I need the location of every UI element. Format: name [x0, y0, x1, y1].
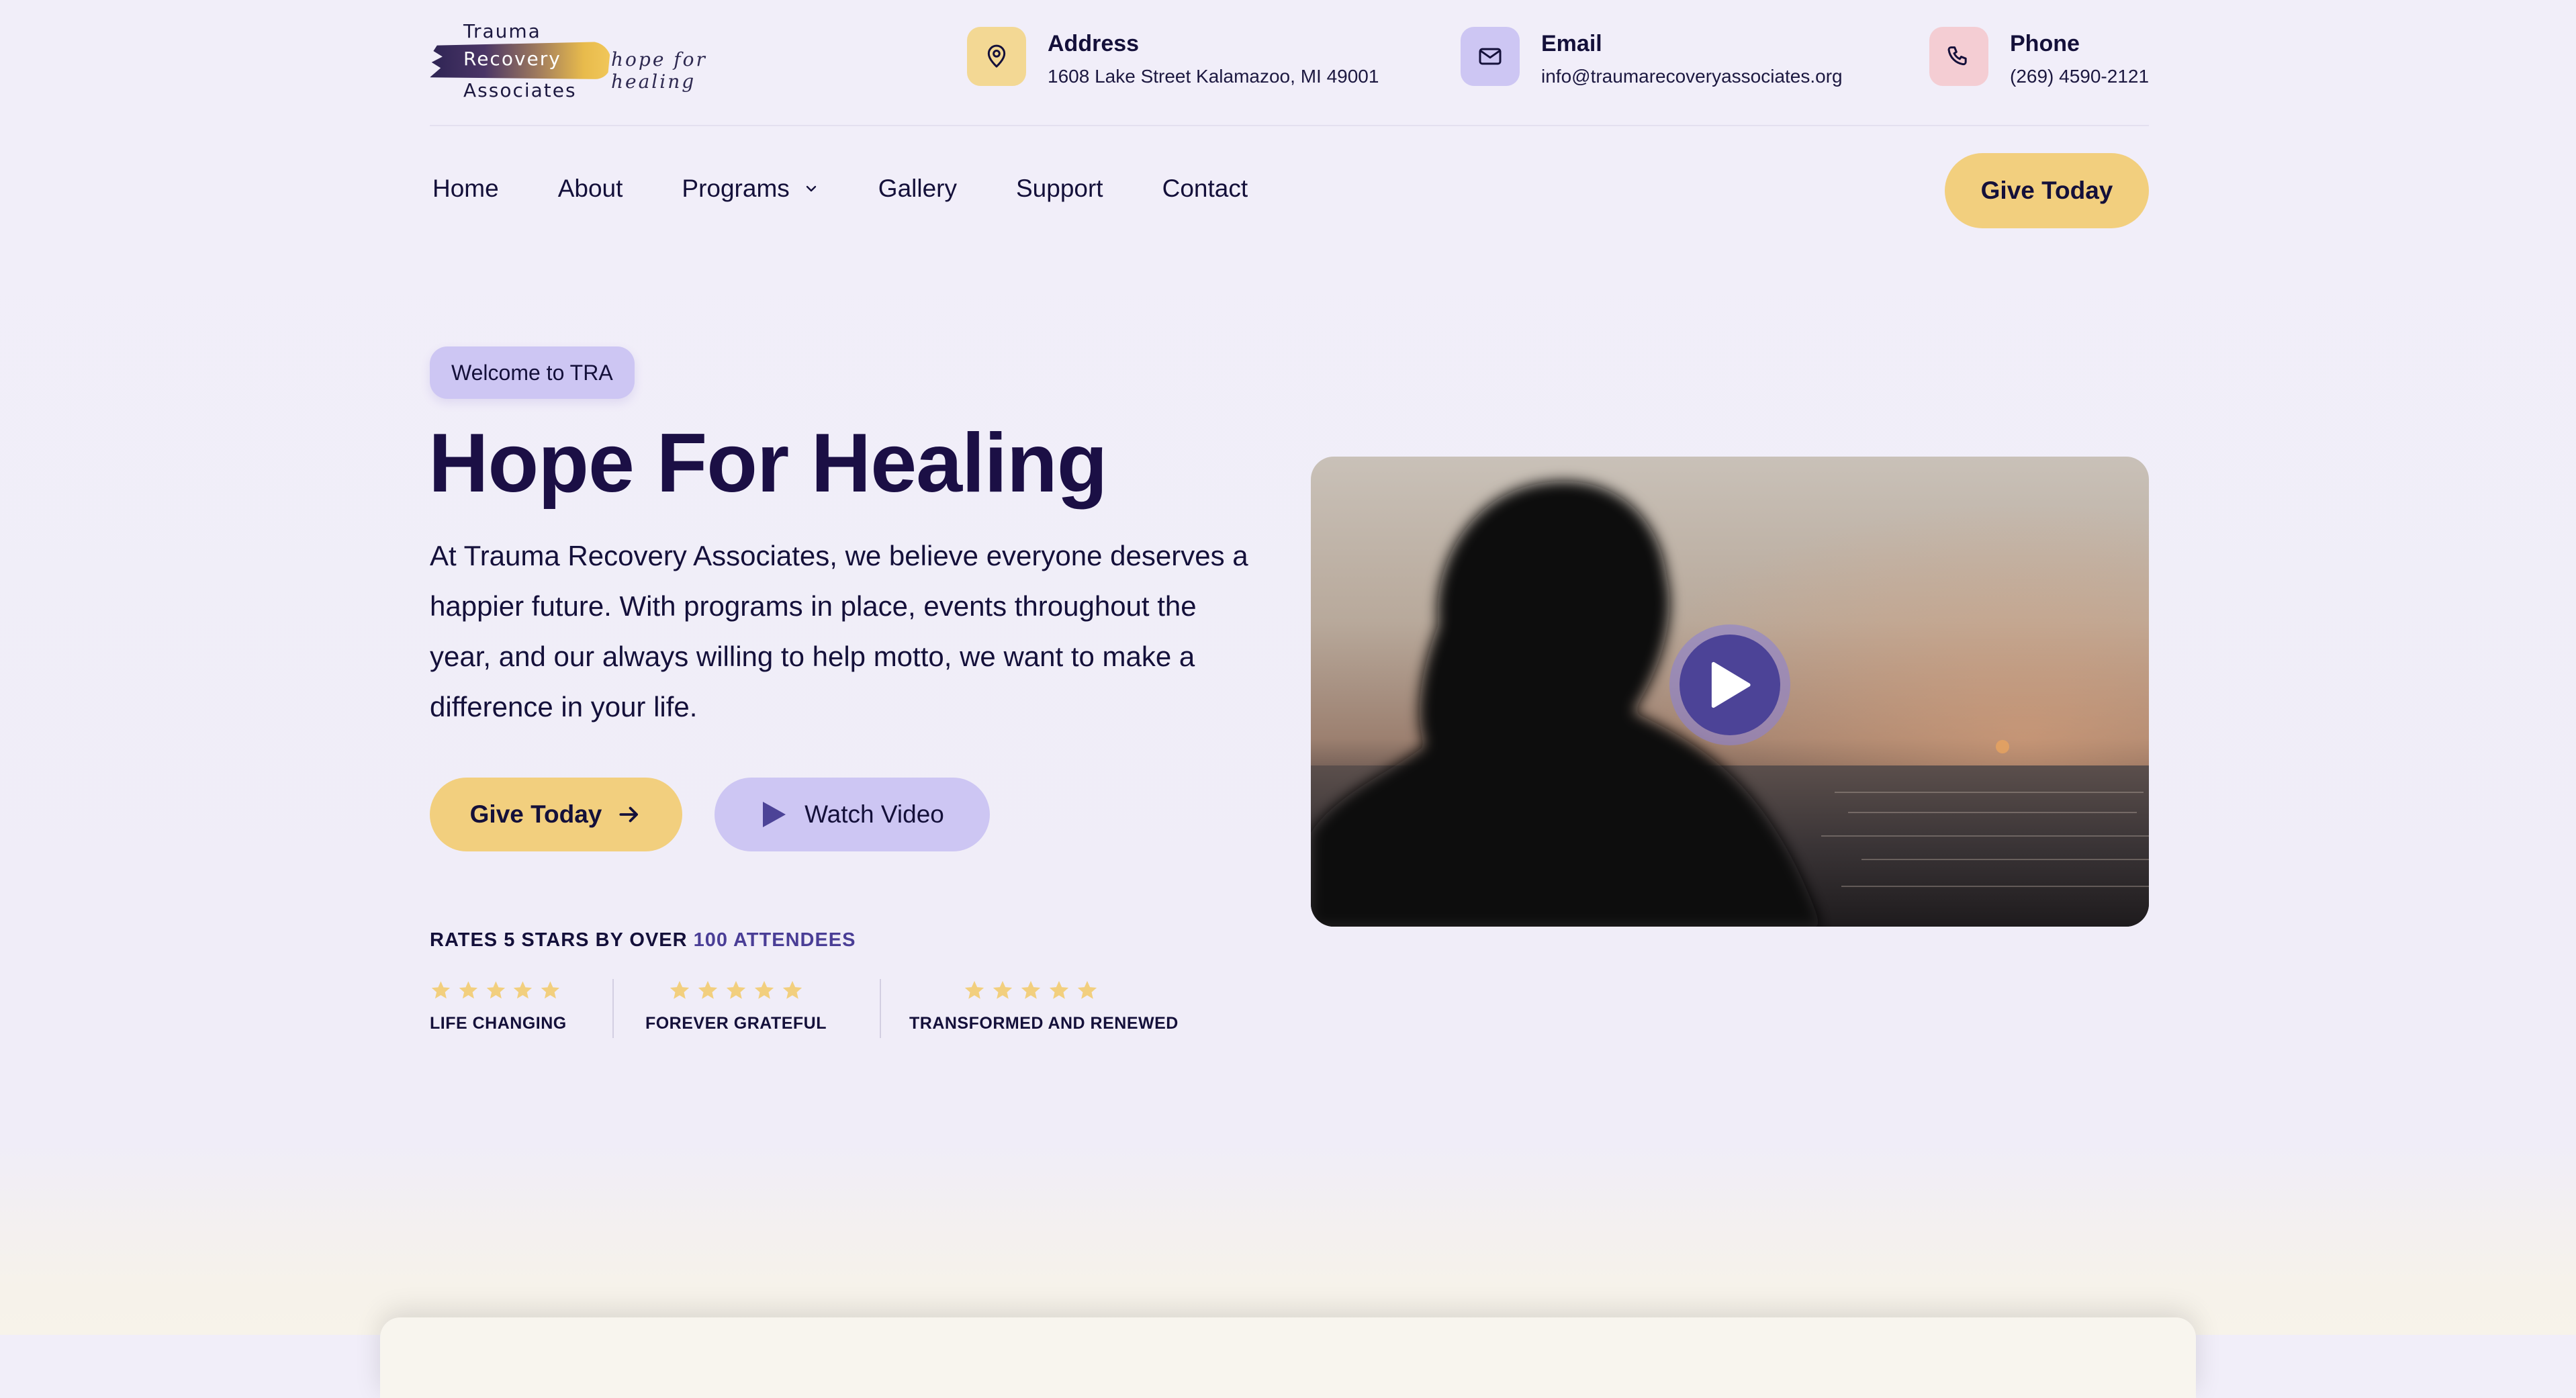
address-value: 1608 Lake Street Kalamazoo, MI 49001	[1048, 66, 1379, 87]
phone-label: Phone	[2010, 31, 2080, 56]
nav-item-home[interactable]: Home	[432, 175, 499, 203]
divider	[880, 979, 881, 1038]
nav-item-gallery[interactable]: Gallery	[878, 175, 957, 203]
give-today-hero-button[interactable]: Give Today	[430, 778, 682, 851]
address-label: Address	[1048, 31, 1140, 56]
logo-text-line2: Recovery	[463, 48, 561, 70]
email-label: Email	[1541, 31, 1602, 56]
nav-item-contact[interactable]: Contact	[1162, 175, 1248, 203]
star-icon	[431, 981, 451, 999]
watch-video-button[interactable]: Watch Video	[715, 778, 990, 851]
star-icon	[698, 980, 718, 999]
mail-icon	[1461, 27, 1520, 86]
nav-item-support[interactable]: Support	[1016, 175, 1103, 203]
rating-transformed-renewed: TRANSFORMED AND RENEWED	[909, 979, 1179, 1033]
hero-description: At Trauma Recovery Associates, we believ…	[430, 540, 1248, 723]
rates-prefix: RATES 5 STARS BY OVER	[430, 929, 694, 951]
star-icon	[782, 980, 802, 999]
nav-item-programs[interactable]: Programs	[682, 175, 819, 203]
star-icon	[754, 980, 774, 999]
star-rating	[909, 979, 1152, 1003]
star-icon	[459, 981, 477, 999]
next-section-card	[380, 1317, 2196, 1398]
logo-text-line3: Associates	[463, 79, 577, 101]
rating-label: LIFE CHANGING	[430, 1014, 567, 1033]
give-today-hero-label: Give Today	[469, 800, 602, 828]
nav-item-programs-label: Programs	[682, 175, 790, 202]
top-bar: Trauma Recovery Associates hope for heal…	[430, 0, 2149, 126]
star-icon	[964, 980, 984, 999]
divider	[612, 979, 614, 1038]
arrow-right-icon	[616, 802, 642, 827]
email-value[interactable]: info@traumarecoveryassociates.org	[1541, 66, 1843, 87]
watch-video-label: Watch Video	[804, 800, 944, 828]
star-icon	[993, 980, 1013, 999]
star-rating	[643, 979, 829, 1003]
rating-forever-grateful: FOREVER GRATEFUL	[643, 979, 829, 1033]
logo[interactable]: Trauma Recovery Associates hope for heal…	[430, 17, 779, 105]
hero-video[interactable]	[1311, 457, 2149, 927]
nav-list: Home About Programs Gallery Support Cont…	[432, 175, 1307, 203]
star-icon	[726, 980, 746, 999]
chevron-down-icon	[803, 181, 819, 197]
logo-text-line1: Trauma	[463, 20, 541, 42]
star-icon	[1049, 980, 1069, 999]
rates-highlight: 100 ATTENDEES	[693, 929, 856, 951]
star-rating	[430, 979, 561, 1003]
rates-summary: RATES 5 STARS BY OVER 100 ATTENDEES	[430, 929, 856, 951]
play-icon	[1680, 635, 1780, 735]
give-today-nav-button[interactable]: Give Today	[1945, 153, 2149, 228]
rating-life-changing: LIFE CHANGING	[430, 979, 567, 1033]
logo-tagline: hope for healing	[611, 48, 707, 93]
star-icon	[1077, 980, 1097, 999]
nav-item-about[interactable]: About	[558, 175, 623, 203]
star-icon	[1021, 980, 1041, 999]
welcome-badge: Welcome to TRA	[430, 346, 635, 399]
phone-icon	[1929, 27, 1988, 86]
phone-value[interactable]: (269) 4590-2121	[2010, 66, 2149, 87]
map-pin-icon	[967, 27, 1026, 86]
hero-title: Hope For Healing	[428, 417, 1108, 510]
main-nav: Home About Programs Gallery Support Cont…	[430, 125, 2149, 251]
star-icon	[514, 981, 533, 999]
star-icon	[486, 981, 505, 999]
rating-label: TRANSFORMED AND RENEWED	[909, 1014, 1179, 1033]
page: Trauma Recovery Associates hope for heal…	[0, 0, 2576, 1398]
rating-label: FOREVER GRATEFUL	[645, 1014, 827, 1033]
star-icon	[541, 981, 560, 999]
play-icon	[760, 800, 787, 829]
star-icon	[670, 980, 690, 999]
video-play-button[interactable]	[1669, 624, 1790, 745]
